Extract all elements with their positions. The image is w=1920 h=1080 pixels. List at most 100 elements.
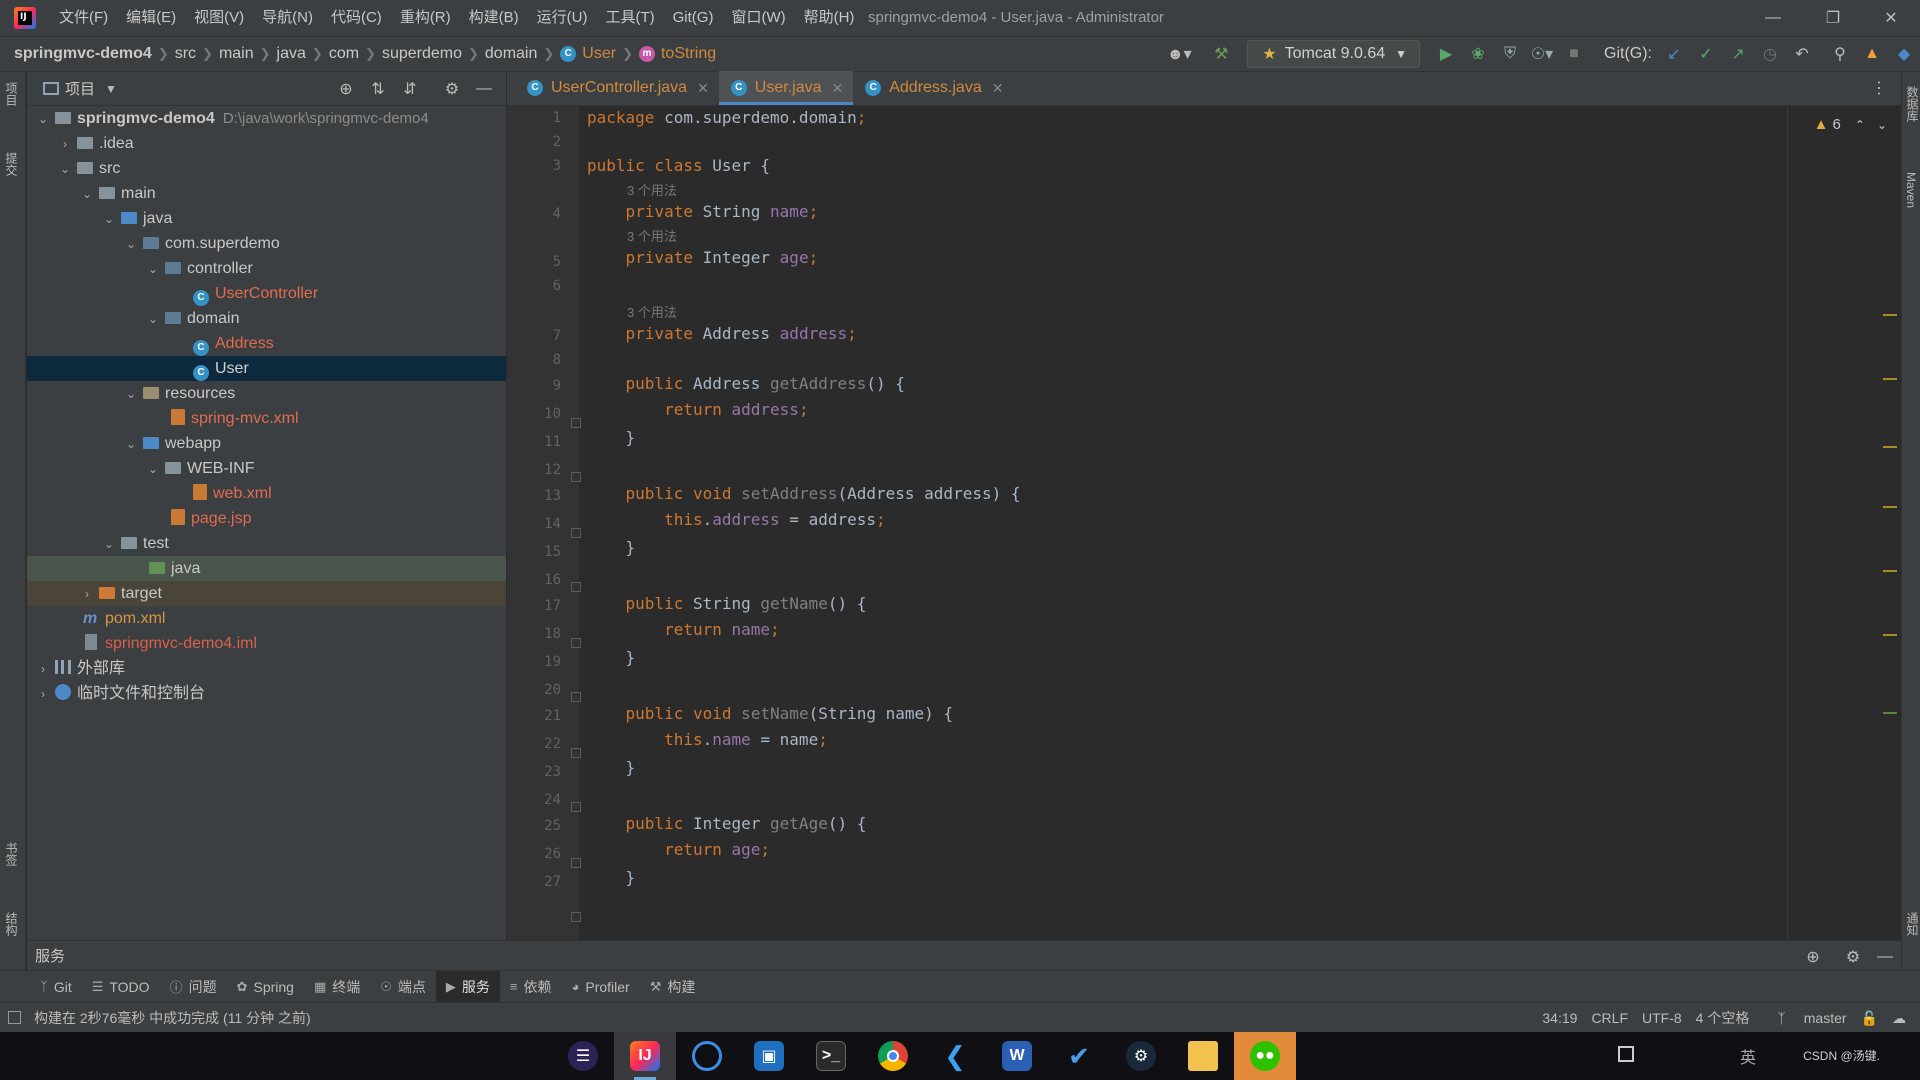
change-stripe-marker[interactable]: [1883, 712, 1897, 714]
stop-icon[interactable]: ■: [1560, 40, 1588, 68]
coverage-icon[interactable]: ⛨: [1496, 40, 1524, 68]
taskbar-intellij[interactable]: IJ: [614, 1032, 676, 1080]
project-tool-tab[interactable]: 项目: [3, 82, 20, 106]
tree-item-iml[interactable]: springmvc-demo4.iml: [27, 631, 506, 656]
menu-build[interactable]: 构建(B): [460, 0, 528, 36]
search-icon[interactable]: ⚲: [1826, 40, 1854, 68]
taskbar-explorer[interactable]: [1172, 1032, 1234, 1080]
tool-tab-dependencies[interactable]: ≡ 依赖: [500, 971, 562, 1003]
hide-icon[interactable]: —: [470, 75, 498, 103]
breadcrumb-tostring[interactable]: m toString: [638, 45, 716, 63]
indent-setting[interactable]: 4 个空格: [1696, 1008, 1750, 1028]
breadcrumb-java[interactable]: java: [277, 45, 306, 63]
tree-item-page-jsp[interactable]: page.jsp: [27, 506, 506, 531]
rollback-icon[interactable]: ↶: [1788, 40, 1816, 68]
user-icon[interactable]: ☻▾: [1165, 40, 1193, 68]
warning-stripe-marker[interactable]: [1883, 506, 1897, 508]
tree-item-package[interactable]: ⌄ com.superdemo: [27, 231, 506, 256]
build-hammer-icon[interactable]: ⚒: [1207, 40, 1235, 68]
tree-item-main[interactable]: ⌄ main: [27, 181, 506, 206]
usage-hint[interactable]: 3 个用法: [627, 302, 677, 321]
notifications-tool-tab[interactable]: 通知: [1904, 912, 1920, 936]
menu-code[interactable]: 代码(C): [322, 0, 391, 36]
lock-icon[interactable]: 🔓: [1861, 1010, 1878, 1027]
tool-tab-build[interactable]: ⚒ 构建: [640, 971, 706, 1003]
tree-item-address[interactable]: C Address: [27, 331, 506, 356]
taskbar-wechat[interactable]: ●●: [1234, 1032, 1296, 1080]
taskbar-steam[interactable]: ⚙: [1110, 1032, 1172, 1080]
inspection-widget[interactable]: ▲ 6 ⌃ ⌄: [1814, 116, 1887, 133]
taskbar-chrome[interactable]: [862, 1032, 924, 1080]
fold-marker-icon[interactable]: [571, 528, 581, 538]
fold-marker-icon[interactable]: [571, 692, 581, 702]
tool-tab-profiler[interactable]: ◕ Profiler: [562, 971, 640, 1003]
breadcrumb-project[interactable]: springmvc-demo4: [14, 45, 152, 63]
fold-marker-icon[interactable]: [571, 912, 581, 922]
breadcrumb-superdemo[interactable]: superdemo: [382, 45, 462, 63]
git-push-icon[interactable]: ↗: [1724, 40, 1752, 68]
chevron-up-icon[interactable]: ⌃: [1855, 118, 1865, 132]
tree-item-test[interactable]: ⌄ test: [27, 531, 506, 556]
tree-item-java[interactable]: ⌄ java: [27, 206, 506, 231]
fold-marker-icon[interactable]: [571, 748, 581, 758]
tab-usercontroller[interactable]: C UserController.java ✕: [515, 71, 719, 105]
commit-tool-tab[interactable]: 提交: [3, 152, 20, 176]
maven-tool-tab[interactable]: Maven: [1904, 172, 1918, 208]
database-tool-tab[interactable]: 数据库: [1904, 86, 1920, 122]
close-icon[interactable]: ✕: [697, 80, 709, 97]
taskbar-todo[interactable]: ✔: [1048, 1032, 1110, 1080]
tree-item-web-inf[interactable]: ⌄ WEB-INF: [27, 456, 506, 481]
line-separator[interactable]: CRLF: [1591, 1010, 1628, 1026]
tree-item-project-root[interactable]: ⌄ springmvc-demo4 D:\java\work\springmvc-d…: [27, 106, 506, 131]
structure-tool-tab[interactable]: 结构: [3, 912, 20, 936]
warning-stripe-marker[interactable]: [1883, 446, 1897, 448]
intellij-logo-icon[interactable]: IJ: [14, 7, 36, 29]
expand-all-icon[interactable]: ⇅: [364, 75, 392, 103]
fold-marker-icon[interactable]: [571, 582, 581, 592]
close-icon[interactable]: ✕: [832, 80, 844, 97]
gear-icon[interactable]: ⚙: [1839, 943, 1867, 971]
breadcrumb-src[interactable]: src: [175, 45, 196, 63]
menu-window[interactable]: 窗口(W): [722, 0, 794, 36]
breadcrumb-main[interactable]: main: [219, 45, 254, 63]
profile-icon[interactable]: ☉▾: [1528, 40, 1556, 68]
ime-icon[interactable]: 英: [1740, 1044, 1756, 1068]
run-icon[interactable]: ▶: [1432, 40, 1460, 68]
tree-item-controller[interactable]: ⌄ controller: [27, 256, 506, 281]
tree-item-target[interactable]: › target: [27, 581, 506, 606]
tree-item-usercontroller[interactable]: C UserController: [27, 281, 506, 306]
close-window-button[interactable]: ✕: [1862, 0, 1920, 36]
taskbar-vscode[interactable]: ❮: [924, 1032, 986, 1080]
gear-icon[interactable]: ⚙: [438, 75, 466, 103]
breadcrumb-user[interactable]: C User: [560, 45, 616, 63]
fold-marker-icon[interactable]: [571, 638, 581, 648]
fold-marker-icon[interactable]: [571, 802, 581, 812]
taskbar-color-app[interactable]: [676, 1032, 738, 1080]
chevron-down-icon[interactable]: ⌄: [1877, 118, 1887, 132]
tree-item-external-libraries[interactable]: › 外部库: [27, 656, 506, 681]
debug-icon[interactable]: ❀: [1464, 40, 1492, 68]
menu-tools[interactable]: 工具(T): [596, 0, 663, 36]
tree-item-spring-mvc-xml[interactable]: spring-mvc.xml: [27, 406, 506, 431]
more-icon[interactable]: ⋮: [1871, 78, 1887, 98]
tree-item-test-java[interactable]: java: [27, 556, 506, 581]
menu-refactor[interactable]: 重构(R): [391, 0, 460, 36]
warning-stripe-marker[interactable]: [1883, 570, 1897, 572]
tool-tab-git[interactable]: ᛉ Git: [30, 971, 82, 1003]
tool-tab-problems[interactable]: ⓘ 问题: [160, 971, 227, 1003]
tree-item-user[interactable]: C User: [27, 356, 506, 381]
breadcrumb-domain[interactable]: domain: [485, 45, 537, 63]
taskbar-eclipse[interactable]: ☰: [552, 1032, 614, 1080]
tree-item-pom[interactable]: m pom.xml: [27, 606, 506, 631]
history-icon[interactable]: ◷: [1756, 40, 1784, 68]
menu-git[interactable]: Git(G): [664, 0, 723, 36]
tree-item-scratches[interactable]: › 临时文件和控制台: [27, 681, 506, 706]
menu-navigate[interactable]: 导航(N): [253, 0, 322, 36]
panel-toggle-icon[interactable]: [8, 1011, 21, 1024]
tree-item-resources[interactable]: ⌄ resources: [27, 381, 506, 406]
cloud-icon[interactable]: ☁: [1892, 1010, 1906, 1027]
git-commit-icon[interactable]: ✓: [1692, 40, 1720, 68]
git-update-icon[interactable]: ↙: [1660, 40, 1688, 68]
warning-stripe-marker[interactable]: [1883, 314, 1897, 316]
menu-view[interactable]: 视图(V): [185, 0, 253, 36]
